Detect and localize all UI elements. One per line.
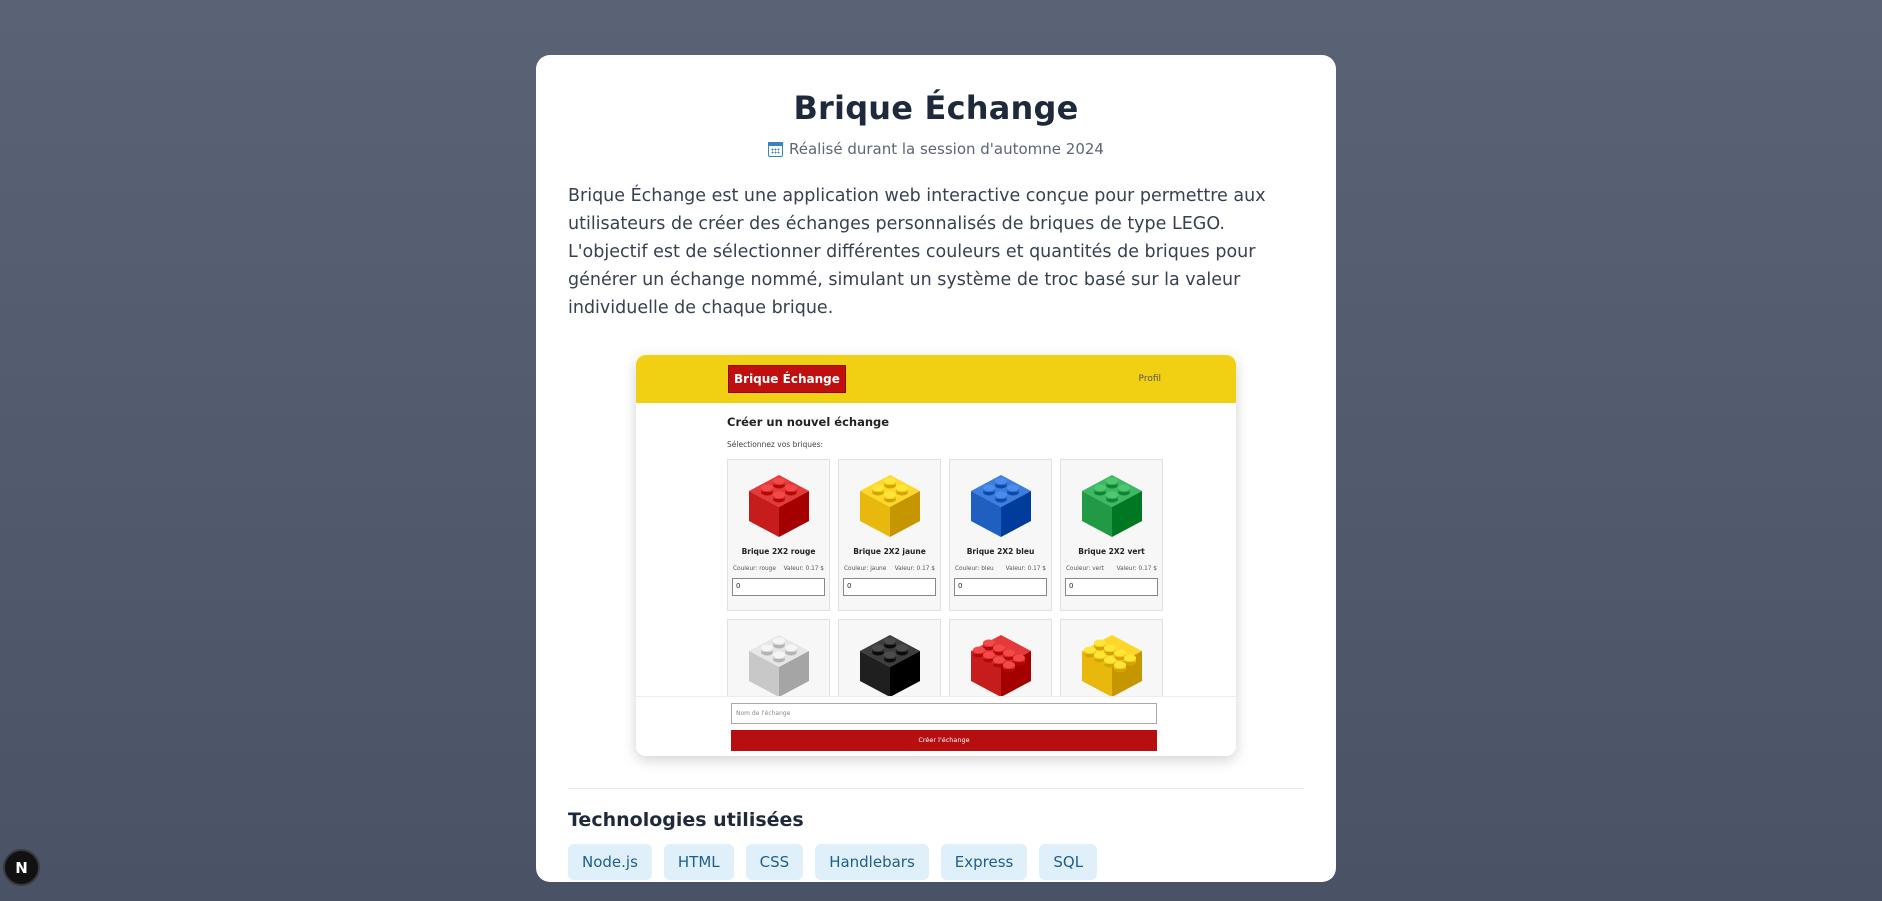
screenshot-select-label: Sélectionnez vos briques: [727,440,824,449]
brick-quantity-input: 0 [1065,578,1158,596]
create-exchange-button: Créer l'échange [731,730,1157,751]
brick-meta: Couleur: rouge Valeur: 0.17 $ [732,566,825,572]
project-screenshot: Brique Échange Profil Créer un nouvel éc… [636,355,1236,756]
brick-image [843,465,936,543]
brick-card: Brique 2X2 rouge Couleur: rouge Valeur: … [727,459,830,611]
brick-name: Brique 2X2 vert [1078,547,1145,556]
tech-tag: HTML [663,844,734,880]
brick-image [732,465,825,543]
brick-value: Valeur: 0.17 $ [1116,566,1157,572]
tech-tag: Handlebars [815,844,929,880]
brick-card: Brique 2X2 jaune Couleur: jaune Valeur: … [838,459,941,611]
brick-image [843,625,936,703]
calendar-icon [768,141,783,157]
tech-tag: CSS [745,844,804,880]
screenshot-form: Nom de l'échange Créer l'échange [636,696,1236,756]
brick-value: Valeur: 0.17 $ [783,566,824,572]
brick-meta: Couleur: bleu Valeur: 0.17 $ [954,566,1047,572]
brick-quantity-input: 0 [843,578,936,596]
exchange-name-input: Nom de l'échange [731,703,1157,724]
screenshot-logo: Brique Échange [728,365,846,393]
brick-name: Brique 2X2 bleu [966,547,1035,556]
brick-value: Valeur: 0.17 $ [1005,566,1046,572]
brick-card: Brique 2X2 vert Couleur: vert Valeur: 0.… [1060,459,1163,611]
tech-tags: Node.js HTML CSS Handlebars Express SQL [568,844,1304,880]
tech-title: Technologies utilisées [568,809,804,831]
project-date: Réalisé durant la session d'automne 2024 [568,140,1304,158]
tech-tag: Node.js [568,844,652,880]
brick-image [954,625,1047,703]
brick-value: Valeur: 0.17 $ [894,566,935,572]
screenshot-profile-link: Profil [1138,374,1161,384]
brick-color: Couleur: vert [1066,566,1104,572]
section-divider [568,788,1304,789]
screenshot-header: Brique Échange Profil [636,355,1236,403]
tech-tag: SQL [1039,844,1098,880]
project-title: Brique Échange [793,89,1079,127]
brick-image [732,625,825,703]
brick-meta: Couleur: vert Valeur: 0.17 $ [1065,566,1158,572]
brick-quantity-input: 0 [732,578,825,596]
brick-color: Couleur: bleu [955,566,994,572]
brick-name: Brique 2X2 rouge [741,547,816,556]
brick-color: Couleur: jaune [844,566,887,572]
dev-tools-badge[interactable]: N [3,849,40,886]
project-date-text: Réalisé durant la session d'automne 2024 [789,140,1104,158]
tech-tag: Express [940,844,1028,880]
brick-meta: Couleur: jaune Valeur: 0.17 $ [843,566,936,572]
brick-name: Brique 2X2 jaune [853,547,926,556]
brick-color: Couleur: rouge [733,566,776,572]
brick-image [1065,625,1158,703]
screenshot-heading: Créer un nouvel échange [727,415,890,429]
brick-image [1065,465,1158,543]
project-card: Brique Échange Réalisé durant la session… [536,55,1336,882]
brick-quantity-input: 0 [954,578,1047,596]
brick-image [954,465,1047,543]
brick-card: Brique 2X2 bleu Couleur: bleu Valeur: 0.… [949,459,1052,611]
project-description: Brique Échange est une application web i… [568,186,1266,318]
